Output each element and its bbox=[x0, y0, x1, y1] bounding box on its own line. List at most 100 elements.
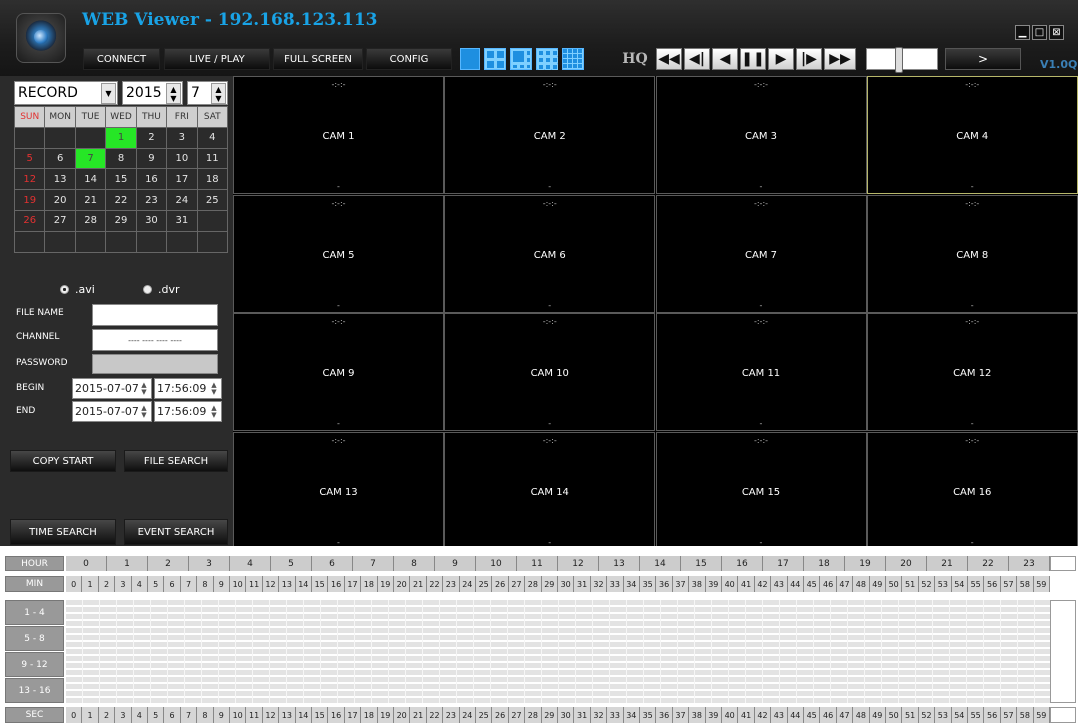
minute-tick[interactable]: 52 bbox=[918, 576, 936, 592]
camera-tile[interactable]: -:-:- CAM 10 - bbox=[444, 313, 656, 431]
hour-tick[interactable]: 17 bbox=[763, 556, 804, 571]
split-4-icon[interactable] bbox=[484, 48, 506, 70]
second-tick[interactable]: 18 bbox=[361, 707, 378, 723]
calendar-day[interactable]: 25 bbox=[196, 189, 229, 211]
second-tick[interactable]: 10 bbox=[230, 707, 247, 723]
camera-tile[interactable]: -:-:- CAM 5 - bbox=[233, 194, 444, 313]
second-tick[interactable]: 59 bbox=[1033, 707, 1050, 723]
split-16-icon[interactable] bbox=[562, 48, 584, 70]
format-avi-radio[interactable]: .avi bbox=[60, 283, 95, 296]
minute-tick[interactable]: 30 bbox=[558, 576, 575, 592]
copy-start-button[interactable]: COPY START bbox=[10, 450, 116, 472]
slider-thumb[interactable] bbox=[895, 47, 903, 73]
calendar-day[interactable]: 28 bbox=[74, 209, 107, 232]
hour-tick[interactable]: 5 bbox=[271, 556, 312, 571]
calendar-day[interactable] bbox=[196, 209, 229, 232]
hour-tick[interactable]: 14 bbox=[640, 556, 681, 571]
second-tick[interactable]: 13 bbox=[279, 707, 296, 723]
group-row-label[interactable]: 13 - 16 bbox=[5, 678, 64, 703]
second-tick[interactable]: 23 bbox=[443, 707, 460, 723]
calendar-day[interactable]: 16 bbox=[135, 168, 168, 191]
second-tick[interactable]: 56 bbox=[984, 707, 1001, 723]
close-icon[interactable]: ⊠ bbox=[1049, 25, 1064, 40]
calendar-day[interactable] bbox=[135, 230, 168, 253]
minute-tick[interactable]: 8 bbox=[197, 576, 214, 592]
minute-tick[interactable]: 36 bbox=[656, 576, 673, 592]
second-tick[interactable]: 2 bbox=[98, 707, 116, 723]
file-name-input[interactable] bbox=[92, 304, 218, 326]
calendar-day[interactable]: 2 bbox=[135, 126, 168, 149]
second-tick[interactable]: 20 bbox=[394, 707, 411, 723]
hour-tick[interactable]: 15 bbox=[681, 556, 722, 571]
second-tick[interactable]: 41 bbox=[738, 707, 755, 723]
end-date-input[interactable]: 2015-07-07 ▲ ▼ bbox=[72, 401, 152, 422]
camera-tile[interactable]: -:-:- CAM 13- bbox=[233, 431, 444, 550]
second-tick[interactable]: 16 bbox=[328, 707, 345, 723]
calendar-day[interactable]: 19 bbox=[13, 189, 46, 211]
minute-tick[interactable]: 46 bbox=[820, 576, 837, 592]
second-tick[interactable]: 1 bbox=[82, 707, 99, 723]
minute-tick[interactable]: 49 bbox=[869, 576, 886, 592]
split-1-icon[interactable] bbox=[460, 48, 480, 70]
camera-tile[interactable]: -:-:- CAM 9 - bbox=[233, 313, 444, 431]
minute-tick[interactable]: 48 bbox=[853, 576, 870, 592]
minute-tick[interactable]: 39 bbox=[705, 576, 722, 592]
calendar-day[interactable]: 1 bbox=[105, 126, 137, 149]
hour-tick[interactable]: 11 bbox=[517, 556, 558, 571]
speed-slider[interactable] bbox=[866, 47, 938, 73]
camera-tile[interactable]: -:-:- CAM 7 - bbox=[655, 194, 867, 313]
minute-tick[interactable]: 9 bbox=[213, 576, 230, 592]
calendar-day[interactable] bbox=[44, 126, 76, 149]
minute-tick[interactable]: 24 bbox=[459, 576, 476, 592]
radio-unchecked-icon[interactable] bbox=[143, 285, 152, 294]
minute-tick[interactable]: 34 bbox=[623, 576, 640, 592]
minute-tick[interactable]: 21 bbox=[410, 576, 427, 592]
minute-tick[interactable]: 50 bbox=[886, 576, 903, 592]
second-tick[interactable]: 57 bbox=[1000, 707, 1018, 723]
second-tick[interactable]: 0 bbox=[66, 707, 83, 723]
full-screen-button[interactable]: FULL SCREEN bbox=[273, 48, 363, 70]
second-tick[interactable]: 47 bbox=[836, 707, 854, 723]
second-tick[interactable]: 58 bbox=[1017, 707, 1034, 723]
minute-tick[interactable]: 5 bbox=[148, 576, 165, 592]
chevron-down-icon[interactable]: ▼ bbox=[101, 83, 116, 104]
second-tick[interactable]: 24 bbox=[459, 707, 476, 723]
minute-tick[interactable]: 14 bbox=[295, 576, 312, 592]
camera-tile[interactable]: -:-:- CAM 4 - bbox=[866, 76, 1078, 194]
minute-tick[interactable]: 25 bbox=[476, 576, 493, 592]
calendar-day[interactable]: 9 bbox=[135, 147, 168, 170]
split-6-icon[interactable] bbox=[510, 48, 532, 70]
second-tick[interactable]: 34 bbox=[623, 707, 640, 723]
camera-tile[interactable]: -:-:- CAM 12 - bbox=[866, 313, 1078, 431]
second-tick[interactable]: 53 bbox=[935, 707, 952, 723]
connect-button[interactable]: CONNECT bbox=[83, 48, 160, 70]
second-tick[interactable]: 54 bbox=[951, 707, 968, 723]
calendar-day[interactable]: 26 bbox=[13, 209, 46, 232]
minute-tick[interactable]: 23 bbox=[443, 576, 460, 592]
minute-tick[interactable]: 18 bbox=[361, 576, 378, 592]
second-tick[interactable]: 40 bbox=[722, 707, 739, 723]
camera-tile[interactable]: -:-:- CAM 15- bbox=[655, 431, 867, 550]
hour-tick[interactable]: 22 bbox=[968, 556, 1009, 571]
second-tick[interactable]: 29 bbox=[541, 707, 558, 723]
calendar-day[interactable]: 17 bbox=[166, 168, 198, 191]
minute-tick[interactable]: 10 bbox=[230, 576, 247, 592]
calendar-day[interactable]: 6 bbox=[44, 147, 76, 170]
hour-tick[interactable]: 7 bbox=[353, 556, 394, 571]
second-tick[interactable]: 38 bbox=[689, 707, 706, 723]
calendar-day[interactable] bbox=[74, 126, 107, 149]
split-9-icon[interactable] bbox=[536, 48, 558, 70]
config-button[interactable]: CONFIG bbox=[366, 48, 452, 70]
second-tick[interactable]: 21 bbox=[410, 707, 427, 723]
second-tick[interactable]: 26 bbox=[492, 707, 509, 723]
hour-tick[interactable]: 0 bbox=[66, 556, 107, 571]
camera-tile[interactable]: -:-:- CAM 16- bbox=[866, 431, 1078, 550]
minute-tick[interactable]: 7 bbox=[180, 576, 198, 592]
minute-tick[interactable]: 28 bbox=[525, 576, 542, 592]
hour-tick[interactable]: 13 bbox=[599, 556, 640, 571]
minute-tick[interactable]: 11 bbox=[246, 576, 263, 592]
second-tick[interactable]: 19 bbox=[377, 707, 394, 723]
event-search-button[interactable]: EVENT SEARCH bbox=[124, 519, 228, 545]
spin-arrows-icon[interactable]: ▲ ▼ bbox=[211, 83, 226, 104]
channel-select[interactable]: ---- ---- ---- ---- bbox=[92, 329, 218, 351]
